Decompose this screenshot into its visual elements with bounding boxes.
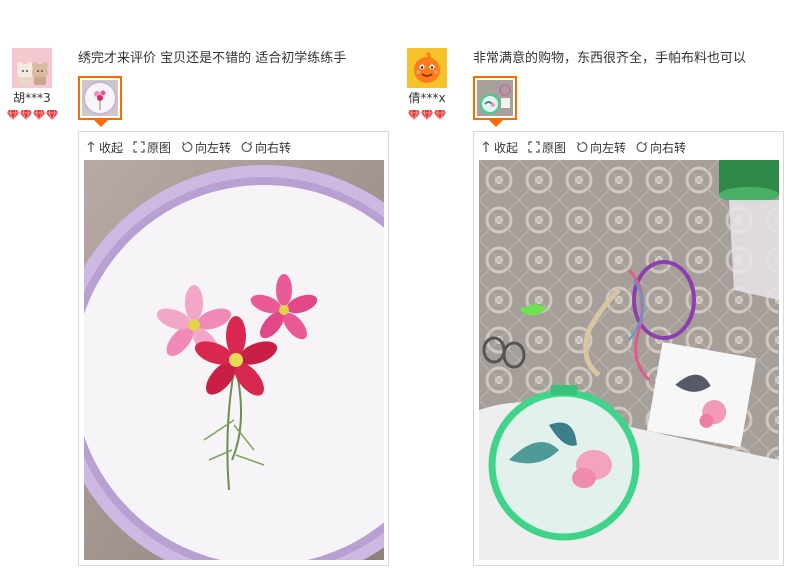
photo-thumbnail[interactable] xyxy=(78,76,122,127)
reviewer-level-gems xyxy=(395,109,459,121)
rotate-left-label: 向左转 xyxy=(590,140,627,155)
arrow-up-icon xyxy=(87,141,95,152)
collapse-button[interactable]: 收起 xyxy=(480,139,518,156)
rotate-left-button[interactable]: 向左转 xyxy=(576,139,626,156)
collapse-label: 收起 xyxy=(494,140,519,155)
rotate-right-label: 向右转 xyxy=(255,140,292,155)
rotate-right-button[interactable]: 向右转 xyxy=(636,139,686,156)
gem-icon xyxy=(408,109,420,120)
photo-viewer: 收起 原图 向左转 向右转 xyxy=(78,131,389,566)
rotate-right-icon xyxy=(241,141,253,153)
review-comment: 非常满意的购物，东西很齐全，手帕布料也可以 xyxy=(473,51,747,66)
bears-avatar-icon xyxy=(12,48,52,88)
photo-toolbar: 收起 原图 向左转 向右转 xyxy=(84,138,383,156)
gem-icon xyxy=(45,109,58,120)
gem-icon xyxy=(19,109,32,120)
gem-icon xyxy=(32,109,45,120)
rotate-right-label: 向右转 xyxy=(650,140,687,155)
rotate-left-label: 向左转 xyxy=(195,140,232,155)
review-content: 非常满意的购物，东西很齐全，手帕布料也可以 收起 原图 向左转 向右转 xyxy=(473,48,785,566)
review-comment: 绣完才来评价 宝贝还是不错的 适合初学练练手 xyxy=(78,51,347,66)
rotate-left-icon xyxy=(577,141,588,153)
photo-thumbnail[interactable] xyxy=(473,76,517,127)
reviewer-info: 倩***x xyxy=(395,48,459,121)
photo-viewer: 收起 原图 向左转 向右转 xyxy=(473,131,784,566)
avatar[interactable] xyxy=(12,48,52,88)
arrow-up-icon xyxy=(482,141,490,152)
review-photo[interactable] xyxy=(479,160,779,560)
reviewer-name: 胡***3 xyxy=(13,91,51,105)
avatar[interactable] xyxy=(407,48,447,88)
gem-icon xyxy=(434,109,446,120)
original-image-label: 原图 xyxy=(542,140,567,155)
embroidery-kit-image xyxy=(479,160,779,560)
original-image-button[interactable]: 原图 xyxy=(133,139,171,156)
collapse-button[interactable]: 收起 xyxy=(85,139,123,156)
thumbnail-pointer xyxy=(94,120,108,127)
orange-mascot-avatar-icon xyxy=(407,48,447,88)
thumbnail-image xyxy=(477,80,513,116)
rotate-left-button[interactable]: 向左转 xyxy=(181,139,231,156)
expand-icon xyxy=(528,141,540,153)
expand-icon xyxy=(133,141,145,153)
original-image-label: 原图 xyxy=(147,140,172,155)
embroidery-flowers-image xyxy=(84,160,384,560)
reviewer-name: 倩***x xyxy=(408,91,446,105)
rotate-right-icon xyxy=(636,141,648,153)
photo-toolbar: 收起 原图 向左转 向右转 xyxy=(479,138,778,156)
gem-icon xyxy=(421,109,433,120)
gem-icon xyxy=(6,109,19,120)
original-image-button[interactable]: 原图 xyxy=(528,139,566,156)
review-photo[interactable] xyxy=(84,160,384,560)
reviewer-level-gems xyxy=(0,109,64,121)
collapse-label: 收起 xyxy=(99,140,124,155)
thumbnail-image xyxy=(82,80,118,116)
rotate-left-icon xyxy=(182,141,193,153)
thumbnail-pointer xyxy=(489,120,503,127)
rotate-right-button[interactable]: 向右转 xyxy=(241,139,291,156)
reviewer-info: 胡***3 xyxy=(0,48,64,121)
review-content: 绣完才来评价 宝贝还是不错的 适合初学练练手 收起 原图 向左转 向右转 xyxy=(78,48,390,566)
